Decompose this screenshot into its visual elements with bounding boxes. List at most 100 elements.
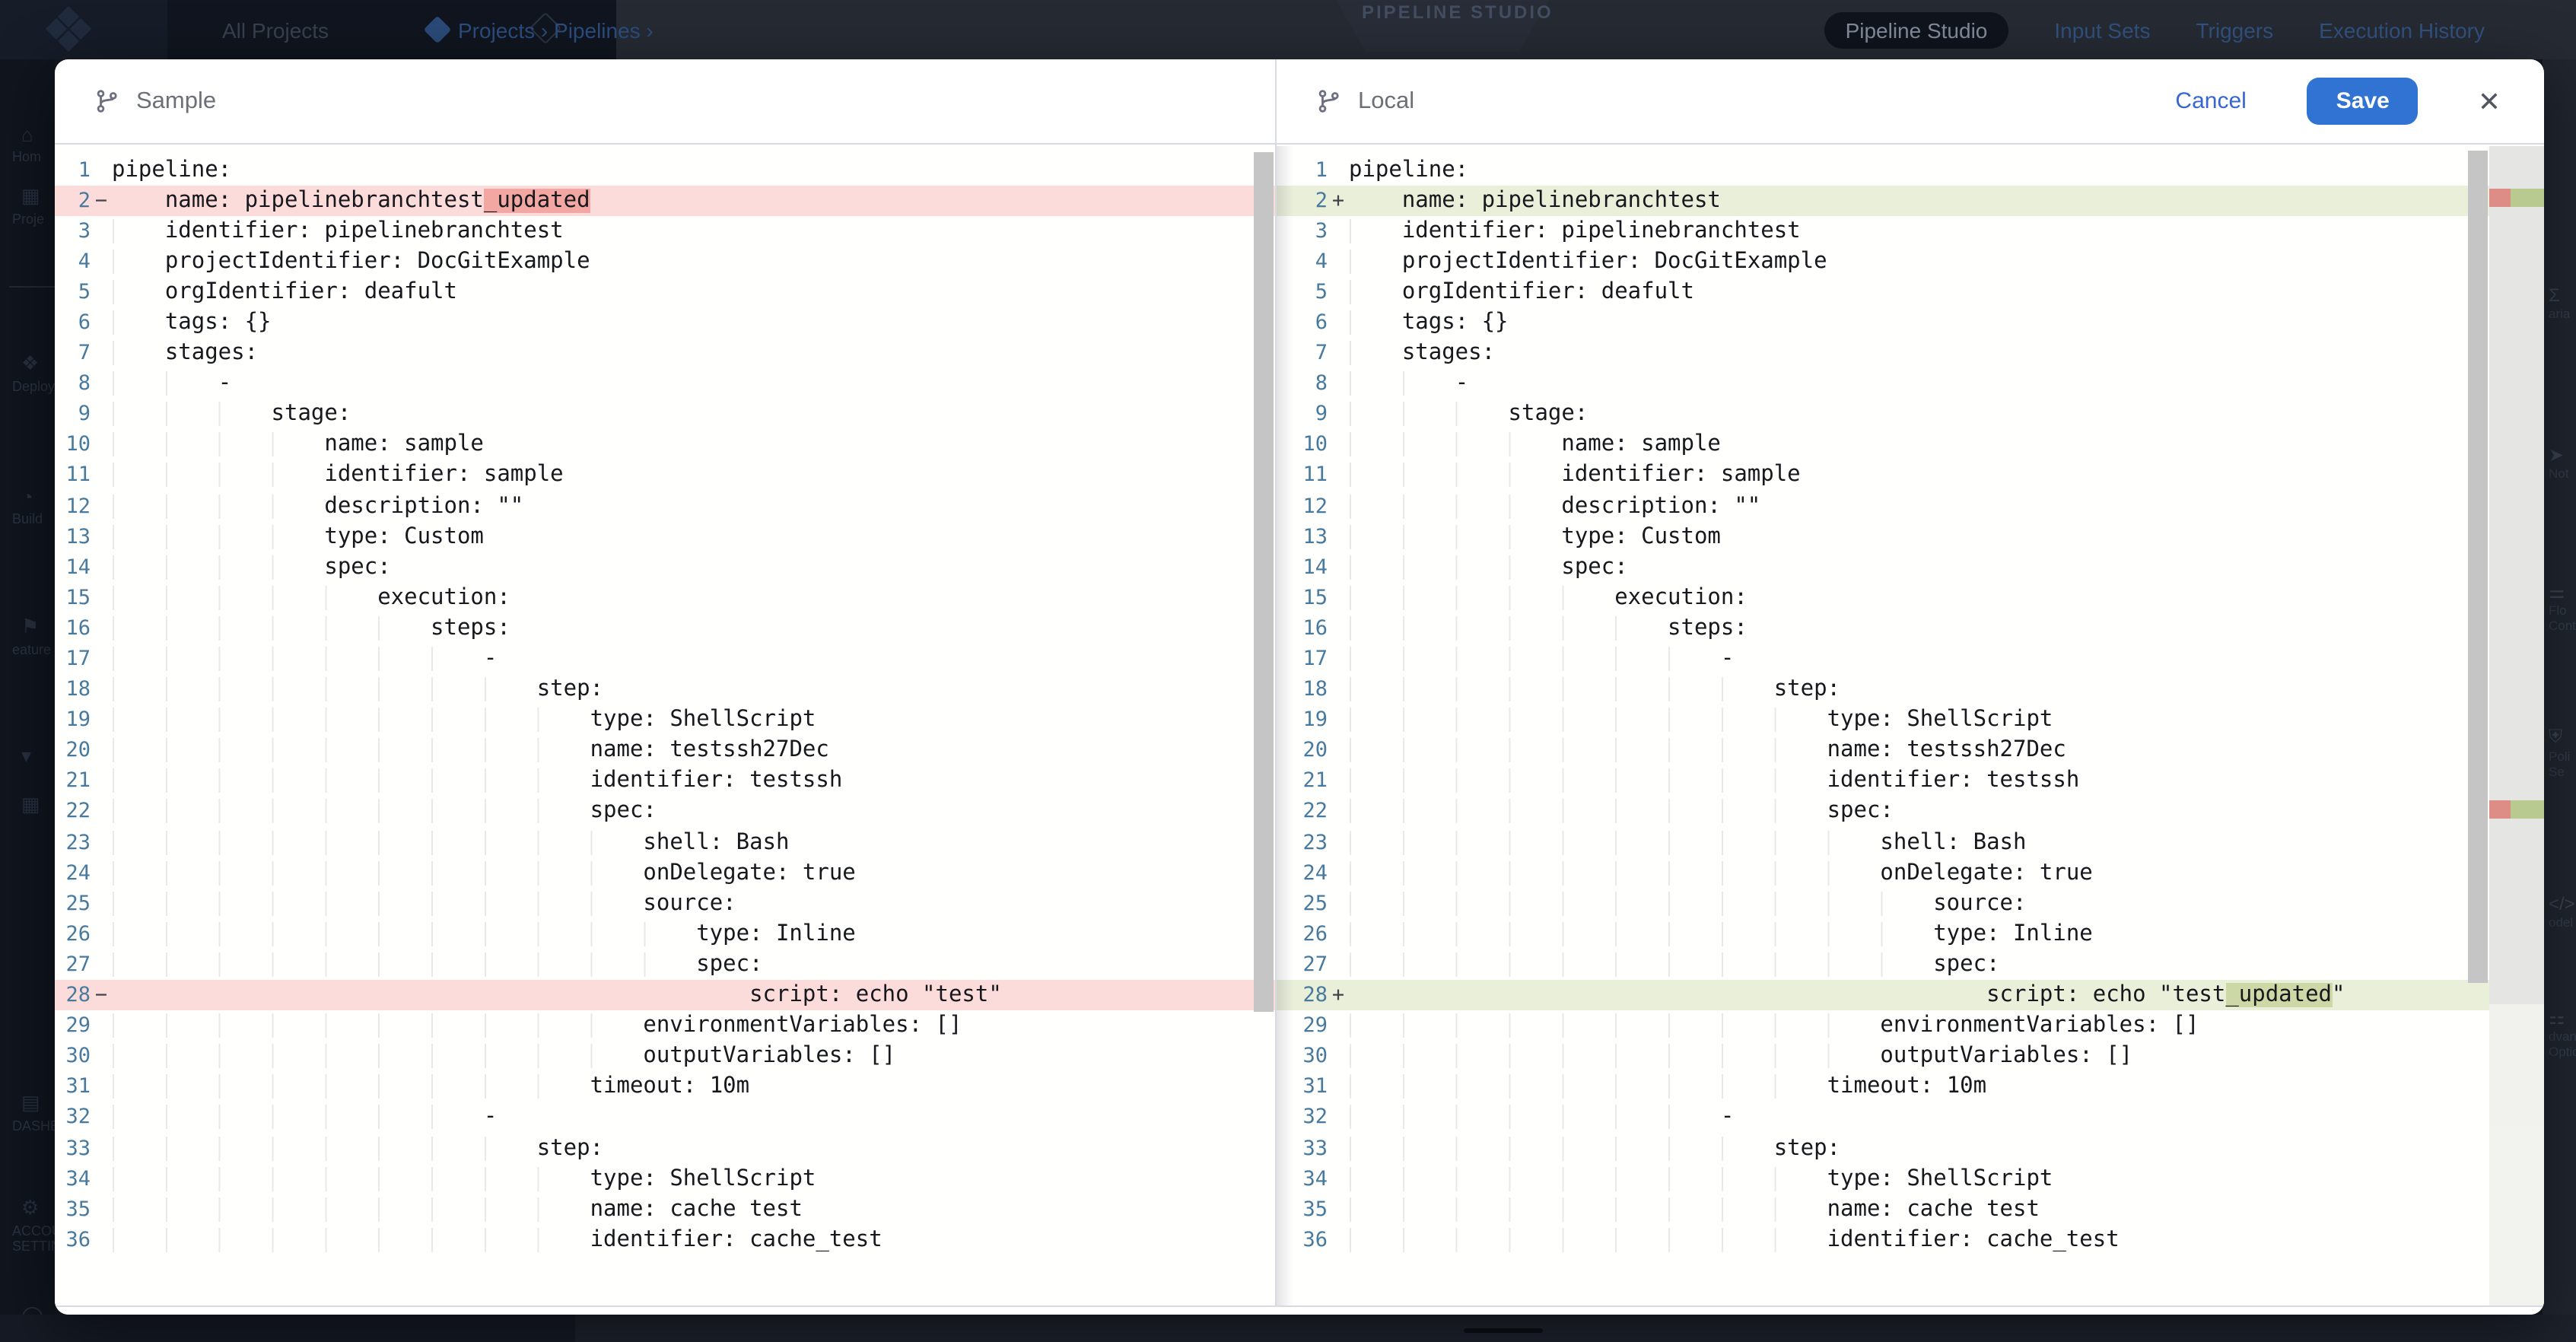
left-code-row-33: 33 step: (54, 1133, 1274, 1163)
right-code-row-15: 15 execution: (1276, 583, 2543, 613)
code-rail-item[interactable]: </>odel (2549, 893, 2575, 930)
line-gutter: 2− (54, 185, 112, 215)
notifications-rail-item[interactable]: ➤Not (2549, 444, 2568, 481)
dashboards-rail-item[interactable]: ▤DASHBO (0, 1091, 55, 1134)
left-code-row-29: 29 environmentVariables: [] (54, 1010, 1274, 1041)
right-code-row-20: 20 name: testssh27Dec (1276, 736, 2543, 766)
right-editor[interactable]: 1pipeline:2+ name: pipelinebranchtest3 i… (1276, 145, 2543, 1305)
code-text: outputVariables: [] (112, 1041, 1274, 1071)
diff-sign (91, 1041, 112, 1071)
diff-sign (91, 1163, 112, 1194)
code-text: outputVariables: [] (1349, 1041, 2543, 1071)
line-gutter: 27 (54, 949, 112, 980)
diff-overview-ruler[interactable] (2489, 145, 2543, 1305)
right-scrollbar-thumb[interactable] (2467, 150, 2487, 982)
diff-sign (91, 154, 112, 185)
left-code-row-26: 26 type: Inline (54, 919, 1274, 949)
modules-grid-rail-item[interactable]: ▦ (0, 793, 55, 820)
code-text: name: sample (1349, 430, 2543, 460)
chevron-down-rail-item[interactable]: ▾ (0, 744, 55, 771)
code-text: name: pipelinebranchtest (1349, 185, 2543, 215)
left-editor[interactable]: 1pipeline:2− name: pipelinebranchtest_up… (54, 145, 1274, 1305)
code-text: type: ShellScript (112, 1163, 1274, 1194)
tab-triggers[interactable]: Triggers (2196, 17, 2273, 42)
code-text: stages: (1349, 338, 2543, 368)
line-number: 1 (54, 154, 91, 185)
line-gutter: 34 (54, 1163, 112, 1194)
code-label: odel (2549, 914, 2575, 930)
line-number: 6 (54, 307, 91, 338)
harness-logo-icon (49, 9, 88, 49)
modal-actions: Cancel Save ✕ (2166, 59, 2543, 143)
diff-sign (91, 552, 112, 582)
right-code-row-25: 25 source: (1276, 889, 2543, 919)
diff-sign (91, 857, 112, 888)
left-code-row-11: 11 identifier: sample (54, 460, 1274, 491)
close-icon[interactable]: ✕ (2469, 86, 2510, 116)
save-button[interactable]: Save (2307, 78, 2419, 125)
features-rail-item[interactable]: ⚑eature (0, 615, 55, 657)
code-text: onDelegate: true (112, 857, 1274, 888)
cancel-button[interactable]: Cancel (2166, 87, 2255, 116)
flow-control-icon: ⚌ (2549, 581, 2576, 603)
code-text: - (112, 1102, 1274, 1133)
left-code-row-36: 36 identifier: cache_test (54, 1225, 1274, 1255)
right-code-row-31: 31 timeout: 10m (1276, 1072, 2543, 1102)
line-number: 9 (54, 399, 91, 430)
diff-sign (91, 460, 112, 491)
line-gutter: 20 (54, 736, 112, 766)
diff-sign (1328, 674, 1349, 704)
variables-rail-item[interactable]: Σaria (2549, 285, 2570, 321)
diff-sign (91, 919, 112, 949)
top-tabs: Pipeline Studio Input Sets Triggers Executi… (1824, 0, 2485, 59)
builds-rail-item[interactable]: ◔Build (0, 485, 55, 526)
diff-sign (1328, 583, 1349, 613)
avatar-rail-item[interactable]: ◯ (0, 1304, 55, 1315)
deployments-rail-item[interactable]: ❖Deploy (0, 351, 55, 394)
home-rail-item[interactable]: ⌂Hom (0, 123, 55, 164)
line-gutter: 12 (54, 491, 112, 521)
diff-sign (91, 949, 112, 980)
left-code-row-25: 25 source: (54, 889, 1274, 919)
left-code-row-24: 24 onDelegate: true (54, 857, 1274, 888)
code-text: steps: (112, 613, 1274, 644)
right-code-row-9: 9 stage: (1276, 399, 2543, 430)
all-projects-label: All Projects (222, 17, 329, 42)
code-text: tags: {} (1349, 307, 2543, 338)
left-code-row-7: 7 stages: (54, 338, 1274, 368)
right-code-row-1: 1pipeline: (1276, 154, 2543, 185)
policy-sets-rail-item[interactable]: ⛨Poli Se (2549, 726, 2570, 779)
line-gutter: 26 (54, 919, 112, 949)
code-text: tags: {} (112, 307, 1274, 338)
left-code-row-30: 30 outputVariables: [] (54, 1041, 1274, 1071)
code-text: spec: (112, 797, 1274, 827)
code-text: stage: (112, 399, 1274, 430)
diff-sign (91, 277, 112, 307)
flow-control-rail-item[interactable]: ⚌Flo Cont (2549, 581, 2576, 633)
diff-sign (91, 674, 112, 704)
code-text: step: (112, 1133, 1274, 1163)
left-code-row-17: 17 - (54, 644, 1274, 674)
tab-input-sets[interactable]: Input Sets (2054, 17, 2150, 42)
left-scrollbar-thumb[interactable] (1253, 151, 1273, 1011)
advanced-options-rail-item[interactable]: ⚏dvan Optio (2549, 1007, 2576, 1059)
tab-pipeline-studio[interactable]: Pipeline Studio (1824, 11, 2009, 48)
screen: All Projects Projects › Pipelines › PIPE… (0, 0, 2576, 1342)
diff-sign (91, 583, 112, 613)
line-number: 20 (54, 736, 91, 766)
diff-sign (1328, 1194, 1349, 1224)
account-settings-rail-item[interactable]: ⚙ACCOU SETTIN (0, 1196, 55, 1254)
diff-sign: + (1328, 185, 1349, 215)
right-code-row-30: 30 outputVariables: [] (1276, 1041, 2543, 1071)
diff-sign (91, 1225, 112, 1255)
projects-rail-item[interactable]: ▦Proje (0, 184, 55, 227)
left-code-row-15: 15 execution: (54, 583, 1274, 613)
diff-sign: + (1328, 980, 1349, 1010)
breadcrumb[interactable]: Projects › Pipelines › (428, 0, 654, 59)
left-pane-title-text: Sample (136, 87, 216, 115)
diff-sign (1328, 919, 1349, 949)
code-text: type: Custom (112, 521, 1274, 552)
tab-execution-history[interactable]: Execution History (2319, 17, 2485, 42)
left-code-row-32: 32 - (54, 1102, 1274, 1133)
right-code-row-35: 35 name: cache test (1276, 1194, 2543, 1224)
